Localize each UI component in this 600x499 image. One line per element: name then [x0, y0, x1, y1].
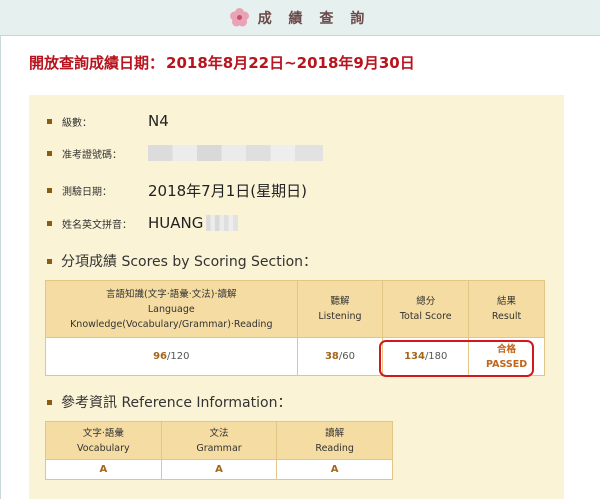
bullet-icon — [47, 220, 52, 226]
reference-header-row: 文字‧語彙 Vocabulary 文法 Grammar 讀解 Reading — [45, 421, 393, 460]
col-total-zh: 總分 — [416, 296, 436, 307]
name-redacted — [206, 215, 239, 231]
col-listening-zh: 聽解 — [330, 296, 350, 307]
col-listening: 聽解 Listening — [296, 280, 384, 338]
name-label: 姓名英文拼音： — [62, 219, 132, 231]
vocab-grade: A — [99, 464, 108, 475]
col-reading: 讀解 Reading — [276, 421, 393, 460]
ticket-number-redacted — [148, 145, 323, 161]
listening-score-cell: 38/60 — [296, 337, 384, 376]
header-bar: 成 績 查 詢 — [0, 0, 600, 36]
bullet-icon — [47, 399, 52, 405]
info-row-name: 姓名英文拼音： HUANG — [47, 214, 239, 232]
reference-section-title: 參考資訊 Reference Information： — [47, 392, 291, 412]
grammar-grade: A — [215, 464, 223, 475]
query-period-value: 2018年8月22日~2018年9月30日 — [166, 54, 415, 72]
col-vocab-en: Vocabulary — [77, 442, 130, 454]
reference-table: 文字‧語彙 Vocabulary 文法 Grammar 讀解 Reading A… — [45, 421, 393, 480]
query-period-label: 開放查詢成績日期： — [29, 54, 165, 72]
language-score: 96 — [153, 351, 167, 362]
language-score-cell: 96/120 — [45, 337, 298, 376]
col-reading-zh: 讀解 — [325, 427, 345, 439]
page-title: 成 績 查 詢 — [257, 10, 371, 27]
results-panel: 級數： N4 准考證號碼： 測驗日期： 2018年7月1日(星期日) 姓名英文拼… — [29, 95, 564, 499]
col-listening-en: Listening — [318, 311, 362, 322]
bullet-icon — [47, 150, 52, 156]
scores-section-title: 分項成績 Scores by Scoring Section： — [47, 251, 317, 271]
name-value: HUANG — [148, 214, 204, 232]
col-grammar-en: Grammar — [196, 442, 242, 454]
col-total: 總分 Total Score — [382, 280, 470, 338]
listening-score: 38 — [324, 351, 339, 362]
col-vocab: 文字‧語彙 Vocabulary — [45, 421, 162, 460]
query-period: 開放查詢成績日期： 2018年8月22日~2018年9月30日 — [29, 52, 415, 73]
bullet-icon — [47, 188, 52, 193]
info-row-ticket: 准考證號碼： — [47, 145, 323, 161]
col-result-zh: 結果 — [497, 296, 517, 307]
listening-max: /60 — [338, 351, 355, 362]
level-value: N4 — [148, 112, 169, 130]
col-vocab-zh: 文字‧語彙 — [82, 427, 124, 439]
col-result-en: Result — [491, 311, 522, 322]
date-value: 2018年7月1日(星期日) — [148, 182, 307, 200]
vocab-grade-cell: A — [45, 459, 162, 480]
col-grammar: 文法 Grammar — [160, 421, 278, 460]
header-inner: 成 績 查 詢 — [230, 8, 371, 28]
col-language-zh: 言語知識(文字‧語彙‧文法)‧讀解 — [106, 288, 237, 300]
bullet-icon — [47, 118, 52, 124]
grammar-grade-cell: A — [160, 459, 278, 480]
level-label: 級數： — [62, 117, 92, 129]
reading-grade: A — [330, 464, 339, 475]
scores-header-row: 言語知識(文字‧語彙‧文法)‧讀解 Language Knowledge(Voc… — [45, 280, 545, 338]
col-language-en2: Knowledge(Vocabulary/Grammar)‧Reading — [70, 318, 273, 330]
cherry-blossom-icon — [230, 8, 250, 28]
scores-title-text: 分項成績 Scores by Scoring Section： — [61, 254, 318, 270]
reference-title-text: 參考資訊 Reference Information： — [61, 395, 292, 411]
date-label: 測驗日期： — [62, 187, 112, 198]
col-total-en: Total Score — [399, 311, 452, 322]
col-language: 言語知識(文字‧語彙‧文法)‧讀解 Language Knowledge(Voc… — [45, 280, 298, 338]
ticket-label: 准考證號碼： — [62, 149, 122, 161]
info-row-date: 測驗日期： 2018年7月1日(星期日) — [47, 180, 307, 201]
col-result: 結果 Result — [468, 280, 545, 338]
language-max: /120 — [167, 351, 190, 362]
col-grammar-zh: 文法 — [209, 427, 229, 439]
bullet-icon — [47, 258, 52, 264]
result-highlight-annotation — [379, 340, 534, 377]
info-row-level: 級數： N4 — [47, 112, 169, 130]
col-reading-en: Reading — [315, 442, 354, 454]
reference-value-row: A A A — [45, 459, 393, 480]
reading-grade-cell: A — [276, 459, 393, 480]
col-language-en1: Language — [147, 303, 195, 315]
